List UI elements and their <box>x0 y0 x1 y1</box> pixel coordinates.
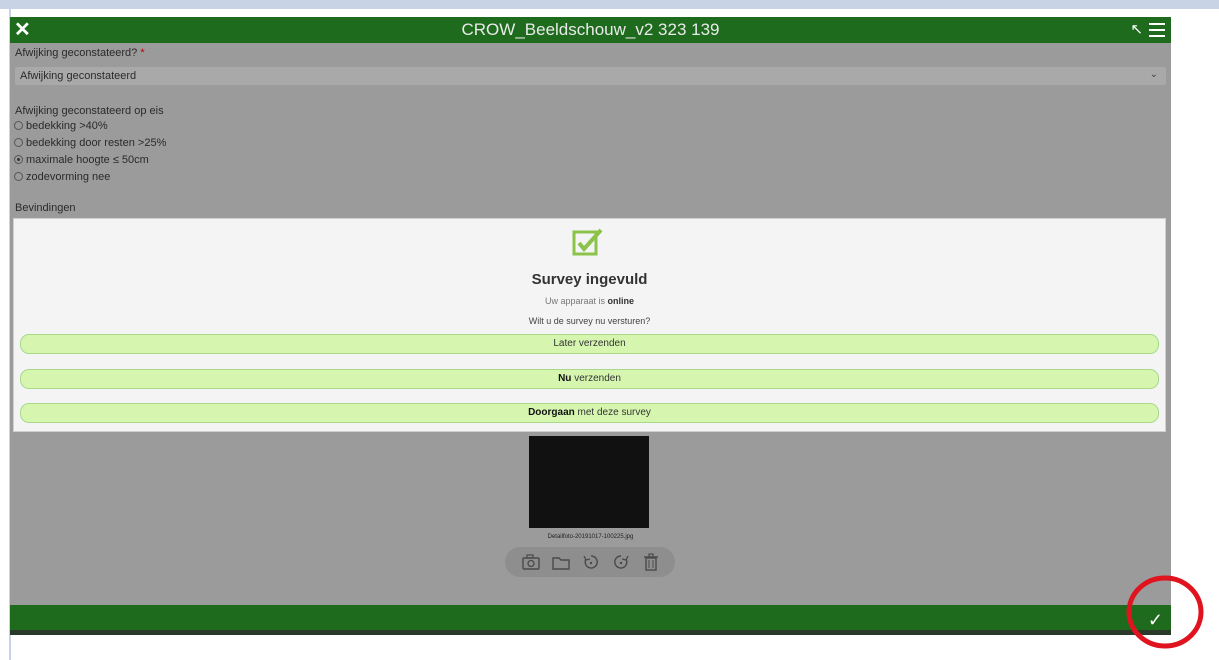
send-question: Wilt u de survey nu versturen? <box>528 316 651 326</box>
send-later-button[interactable]: Later verzenden <box>20 334 1159 354</box>
hamburger-menu-icon[interactable] <box>1149 23 1165 37</box>
bottom-bar-shadow <box>10 630 1171 635</box>
title-bar: ✕ CROW_Beeldschouw_v2 323 139 ↖ <box>10 17 1171 43</box>
photo-thumbnail[interactable] <box>529 436 649 528</box>
radio-option-sod-formation[interactable]: zodevorming nee <box>14 171 110 183</box>
photo-filename: Detailfoto-20191017-100225.jpg <box>547 534 634 540</box>
radio-unchecked-icon <box>14 172 23 181</box>
required-mark: * <box>140 47 145 59</box>
device-status-text: Uw apparaat is online <box>544 296 635 306</box>
device-status-value: online <box>607 296 635 306</box>
radio-option-max-height[interactable]: maximale hoogte ≤ 50cm <box>14 154 149 166</box>
app-title: CROW_Beeldschouw_v2 323 139 <box>461 20 720 39</box>
deviation-question-label: Afwijking geconstateerd? * <box>15 47 145 59</box>
survey-complete-dialog: Survey ingevuld Uw apparaat is online Wi… <box>13 218 1166 432</box>
chevron-down-icon: ⌄ <box>1149 69 1158 80</box>
requirement-label: Afwijking geconstateerd op eis <box>15 105 164 117</box>
highlight-circle <box>1126 575 1204 649</box>
top-border <box>0 0 1219 9</box>
radio-option-coverage[interactable]: bedekking >40% <box>14 120 108 132</box>
dialog-title: Survey ingevuld <box>531 271 648 288</box>
folder-icon[interactable] <box>551 553 571 571</box>
photo-toolbar <box>505 547 675 577</box>
radio-unchecked-icon <box>14 138 23 147</box>
deviation-select[interactable]: Afwijking geconstateerd ⌄ <box>15 67 1166 85</box>
bottom-toolbar: ✓ <box>10 605 1171 635</box>
rotate-left-icon[interactable] <box>581 553 601 571</box>
findings-label: Bevindingen <box>15 202 76 214</box>
checkbox-checked-icon <box>572 228 603 256</box>
rotate-right-icon[interactable] <box>611 553 631 571</box>
continue-survey-button[interactable]: Doorgaan met deze survey <box>20 403 1159 423</box>
radio-checked-icon <box>14 155 23 164</box>
survey-app-window: ✕ CROW_Beeldschouw_v2 323 139 ↖ Afwijkin… <box>10 17 1171 635</box>
send-now-button[interactable]: Nu verzenden <box>20 369 1159 389</box>
collapse-arrow-icon[interactable]: ↖ <box>1130 20 1143 40</box>
radio-unchecked-icon <box>14 121 23 130</box>
camera-icon[interactable] <box>521 553 541 571</box>
trash-icon[interactable] <box>641 553 661 571</box>
deviation-select-value: Afwijking geconstateerd <box>20 70 137 82</box>
radio-option-residue-coverage[interactable]: bedekking door resten >25% <box>14 137 166 149</box>
